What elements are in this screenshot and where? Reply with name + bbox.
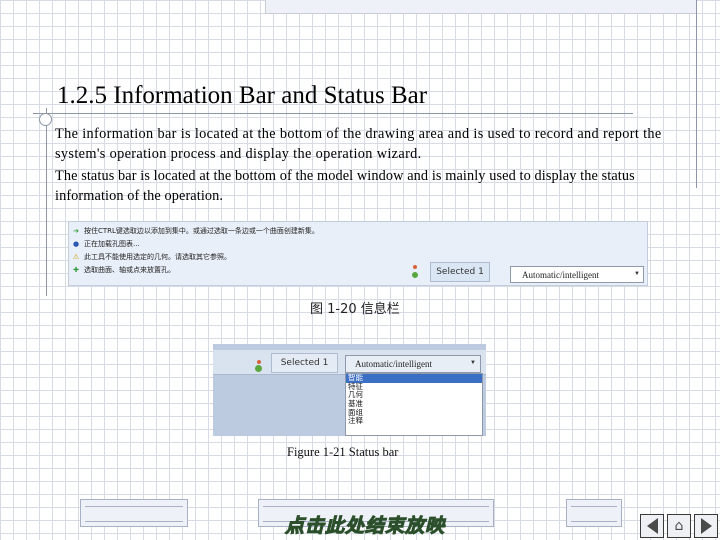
triangle-right-icon	[700, 518, 712, 534]
title-rule	[33, 113, 633, 114]
slide-title: 1.2.5 Information Bar and Status Bar	[57, 82, 428, 109]
info-message-text: 正在加载孔图表...	[84, 239, 140, 248]
status-bar-screenshot: Selected 1 Automatic/intelligent ▼ 智能 特征…	[213, 344, 486, 436]
previous-slide-button[interactable]	[640, 514, 664, 538]
selected-count[interactable]: Selected 1	[271, 353, 338, 373]
side-rule	[46, 108, 47, 296]
footer-box-right	[566, 499, 622, 527]
chevron-down-icon[interactable]: ▼	[470, 360, 476, 366]
warning-icon: ⚠	[72, 252, 80, 261]
info-message: ● 正在加载孔图表...	[72, 237, 140, 250]
home-icon: ⌂	[674, 518, 684, 534]
arrow-icon: ➔	[73, 226, 79, 235]
status-light-icon	[255, 365, 262, 372]
right-rule	[696, 0, 697, 188]
selection-filter-value: Automatic/intelligent	[355, 359, 432, 369]
info-message-text: 按住CTRL键选取边以添加到集中。或通过选取一条边或一个曲面创建新集。	[84, 226, 319, 235]
status-bar-paragraph: The status bar is located at the bottom …	[55, 168, 635, 204]
filter-option[interactable]: 几何	[346, 391, 482, 400]
filter-options-list: 智能 特征 几何 基准 面组 注释	[345, 373, 483, 436]
footer-box-left	[80, 499, 188, 527]
figure-21-caption: Figure 1-21 Status bar	[287, 445, 399, 459]
info-bar-paragraph: The information bar is located at the bo…	[55, 126, 662, 162]
selection-filter-dropdown[interactable]: Automatic/intelligent ▼	[345, 355, 481, 373]
status-light-icon	[257, 360, 261, 364]
info-message-text: 此工具不能使用选定的几何。请选取其它参照。	[84, 252, 231, 261]
home-button[interactable]: ⌂	[667, 514, 691, 538]
info-message: ✚ 选取曲面、轴或点来放置孔。	[72, 263, 175, 276]
status-light-icon	[413, 265, 417, 269]
selection-filter-value: Automatic/intelligent	[522, 269, 599, 280]
filter-option[interactable]: 注释	[346, 417, 482, 426]
rule-circle	[39, 113, 52, 126]
next-slide-button[interactable]	[694, 514, 718, 538]
info-bar-screenshot: ➔ 按住CTRL键选取边以添加到集中。或通过选取一条边或一个曲面创建新集。 ● …	[68, 221, 648, 286]
filter-option[interactable]: 面组	[346, 408, 482, 418]
info-dot-icon: ●	[72, 239, 80, 248]
status-light-icon	[412, 272, 418, 278]
add-icon: ✚	[73, 265, 79, 274]
triangle-left-icon	[646, 518, 658, 534]
filter-option[interactable]: 智能	[346, 373, 482, 383]
filter-option[interactable]: 基准	[346, 399, 482, 409]
filter-option[interactable]: 特征	[346, 382, 482, 392]
selected-count[interactable]: Selected 1	[430, 262, 490, 282]
chevron-down-icon[interactable]: ▼	[634, 271, 640, 277]
end-slideshow-link[interactable]: 点击此处结束放映	[284, 511, 445, 538]
info-message-text: 选取曲面、轴或点来放置孔。	[84, 265, 175, 274]
selection-filter-dropdown[interactable]: Automatic/intelligent ▼	[510, 266, 644, 283]
header-band	[265, 0, 696, 14]
info-message: ➔ 按住CTRL键选取边以添加到集中。或通过选取一条边或一个曲面创建新集。	[72, 224, 319, 237]
figure-20-caption: 图 1-20 信息栏	[310, 302, 400, 317]
info-message: ⚠ 此工具不能使用选定的几何。请选取其它参照。	[72, 250, 231, 263]
